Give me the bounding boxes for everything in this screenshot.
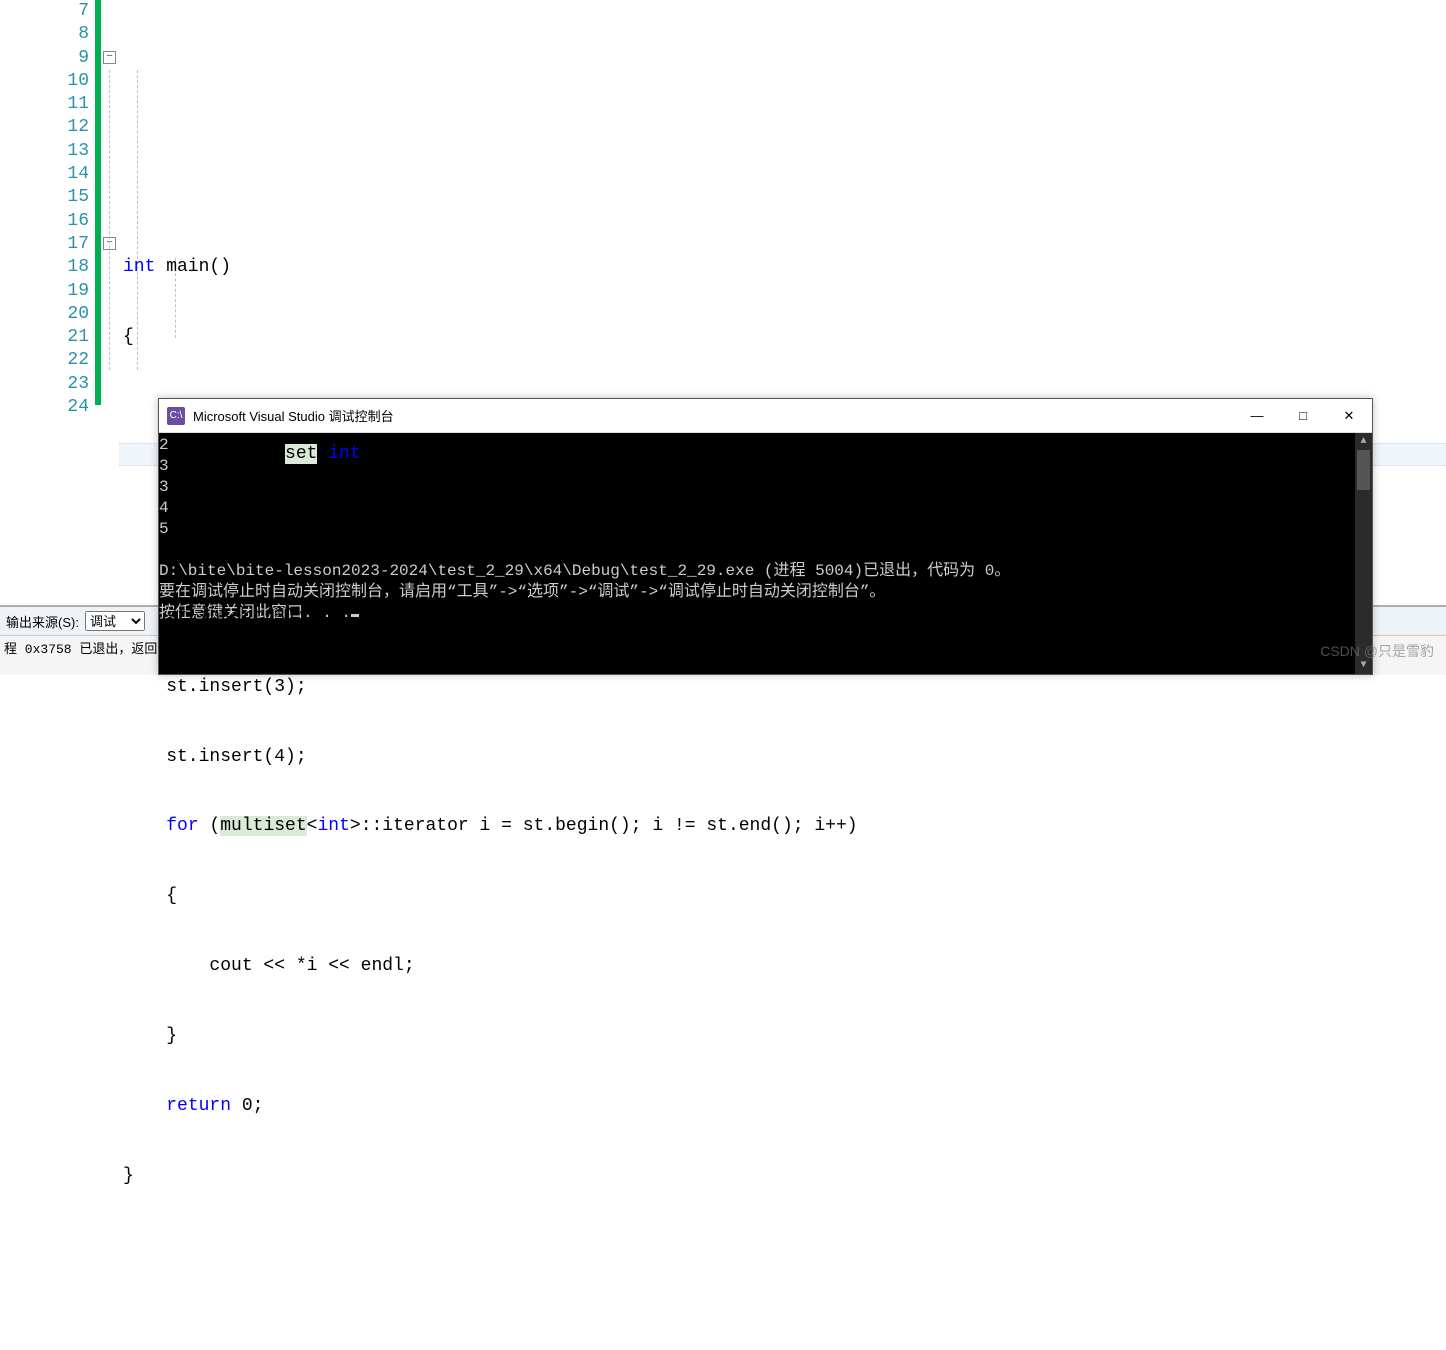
line-number: 7 <box>0 0 89 23</box>
line-number-gutter: 7 8 9 10 11 12 13 14 15 16 17 18 19 20 2… <box>0 0 95 605</box>
line-number: 15 <box>0 186 89 209</box>
line-number: 22 <box>0 349 89 372</box>
cursor-icon <box>351 614 359 617</box>
debug-console-window[interactable]: C:\ Microsoft Visual Studio 调试控制台 — □ ✕ … <box>158 398 1373 675</box>
line-number: 17 <box>0 233 89 256</box>
line-number: 20 <box>0 303 89 326</box>
selection-highlight: set <box>285 444 317 464</box>
scroll-thumb[interactable] <box>1357 450 1370 490</box>
line-number: 16 <box>0 210 89 233</box>
line-number: 12 <box>0 116 89 139</box>
line-number: 10 <box>0 70 89 93</box>
line-number: 18 <box>0 256 89 279</box>
console-body[interactable]: 2 3 3 4 5 D:\bite\bite-lesson2023-2024\t… <box>159 433 1372 674</box>
line-number: 8 <box>0 23 89 46</box>
console-output-line: 4 <box>159 499 169 517</box>
scroll-up-button[interactable]: ▲ <box>1355 433 1372 450</box>
line-number: 9 <box>0 47 89 70</box>
keyword-int: int <box>123 257 155 277</box>
line-number: 23 <box>0 373 89 396</box>
line-number: 13 <box>0 140 89 163</box>
fold-column: − − <box>101 0 123 605</box>
line-number: 21 <box>0 326 89 349</box>
minimize-button[interactable]: — <box>1234 399 1280 433</box>
scroll-down-button[interactable]: ▼ <box>1355 657 1372 674</box>
console-exit-line: D:\bite\bite-lesson2023-2024\test_2_29\x… <box>159 562 1010 580</box>
output-source-label: 输出来源(S): <box>6 612 79 631</box>
line-number: 24 <box>0 396 89 419</box>
console-title: Microsoft Visual Studio 调试控制台 <box>193 406 1234 425</box>
console-output-line: 5 <box>159 520 169 538</box>
line-number: 19 <box>0 280 89 303</box>
line-number: 14 <box>0 163 89 186</box>
console-titlebar[interactable]: C:\ Microsoft Visual Studio 调试控制台 — □ ✕ <box>159 399 1372 433</box>
console-app-icon: C:\ <box>167 407 185 425</box>
console-scrollbar[interactable]: ▲ ▼ <box>1355 433 1372 674</box>
maximize-button[interactable]: □ <box>1280 399 1326 433</box>
console-output-line: 2 <box>159 436 169 454</box>
close-button[interactable]: ✕ <box>1326 399 1372 433</box>
line-number: 11 <box>0 93 89 116</box>
console-hint-line: 要在调试停止时自动关闭控制台，请启用“工具”->“选项”->“调试”->“调试停… <box>159 583 885 601</box>
fold-toggle[interactable]: − <box>103 51 116 64</box>
